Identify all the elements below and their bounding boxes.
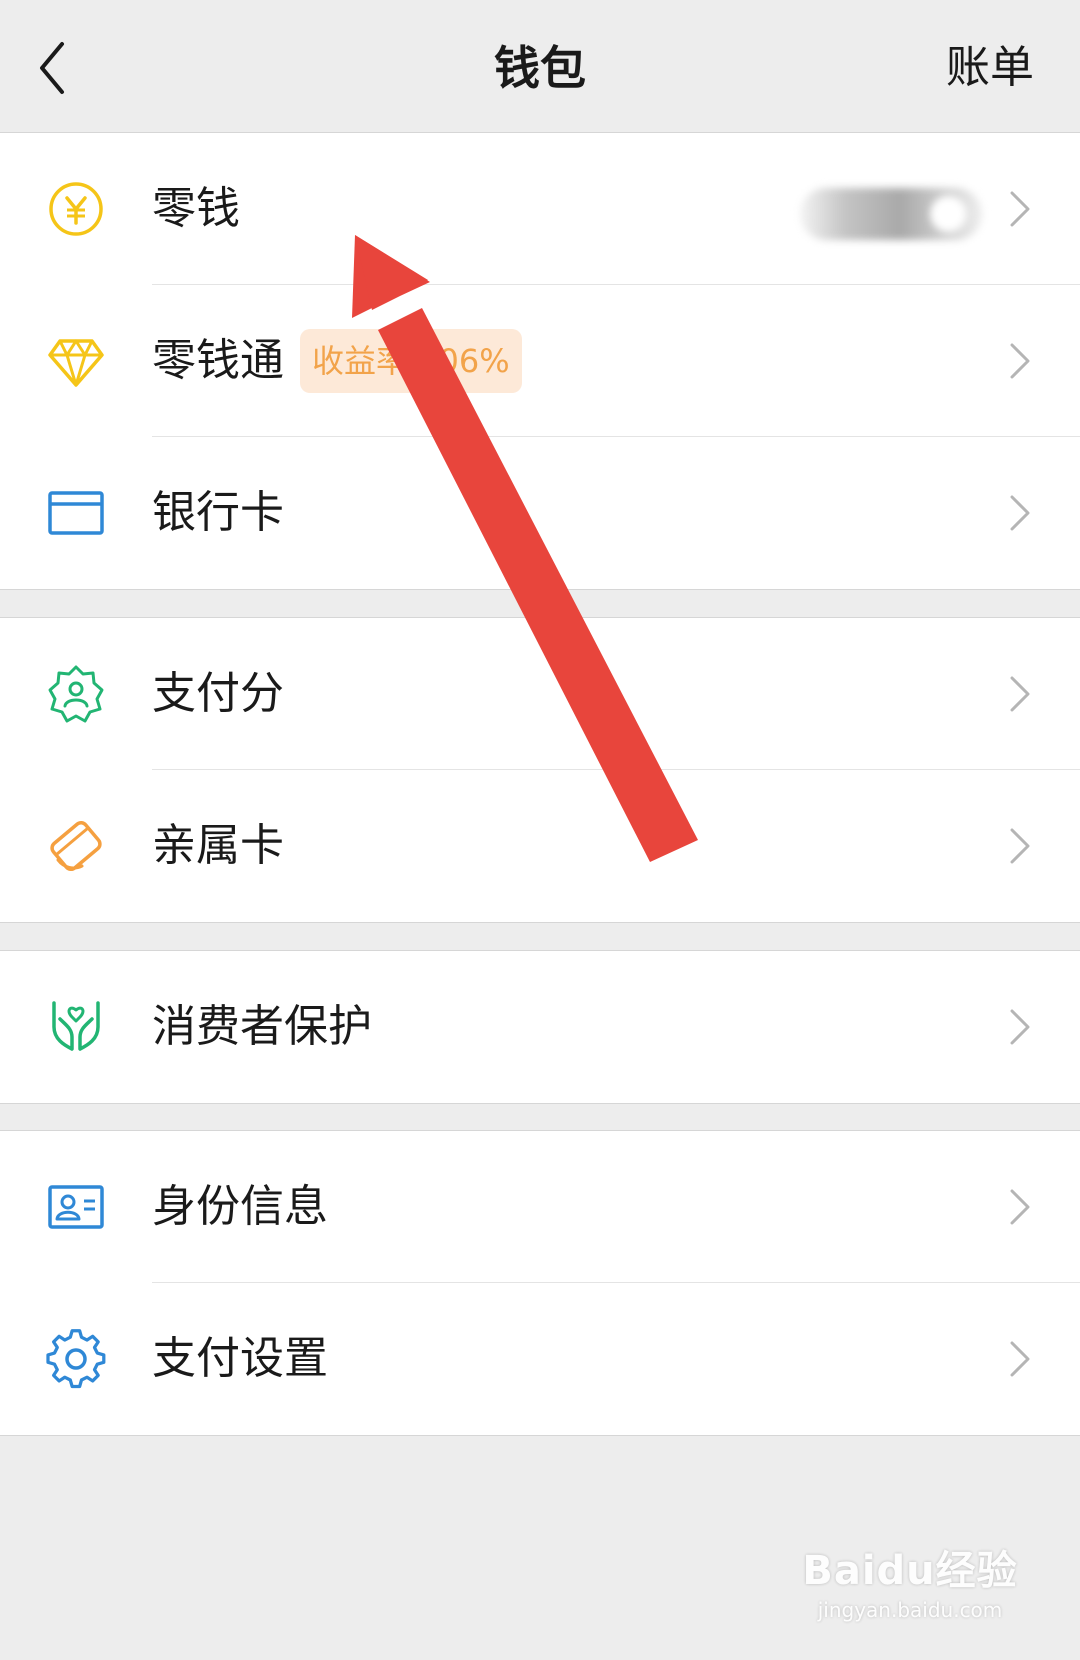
- watermark-url: jingyan.baidu.com: [817, 1598, 1003, 1622]
- bill-button[interactable]: 账单: [946, 38, 1034, 98]
- yuan-coin-icon: [49, 182, 103, 236]
- id-card-icon: [48, 1185, 104, 1229]
- menu-item-label: 零钱通: [152, 335, 284, 386]
- blurred-balance: [800, 188, 982, 240]
- chevron-right-icon: [1010, 1189, 1030, 1225]
- chevron-right-icon: [1010, 495, 1030, 531]
- menu-item-label: 支付设置: [152, 1333, 328, 1384]
- page-title: 钱包: [494, 41, 586, 95]
- navigation-bar: 钱包 账单: [0, 0, 1080, 133]
- menu-item-label: 消费者保护: [152, 1001, 372, 1052]
- bank-card-icon: [48, 491, 104, 535]
- hands-protect-icon: [52, 1001, 100, 1051]
- chevron-right-icon: [1010, 1341, 1030, 1377]
- gear-icon: [46, 1329, 106, 1389]
- chevron-left-icon: [40, 42, 64, 94]
- menu-item-consumer-protection[interactable]: 消费者保护: [0, 951, 1080, 1103]
- menu-item-label: 身份信息: [152, 1181, 328, 1232]
- menu-item-bank-card[interactable]: 银行卡: [0, 437, 1080, 589]
- menu-item-family-card[interactable]: 亲属卡: [0, 770, 1080, 922]
- wallet-group-protection: 消费者保护: [0, 950, 1080, 1104]
- payment-score-badge-icon: [48, 665, 104, 723]
- diamond-icon: [48, 339, 104, 387]
- wallet-group-credit: 支付分 亲属卡: [0, 617, 1080, 923]
- menu-item-payment-score[interactable]: 支付分: [0, 618, 1080, 770]
- menu-item-label: 支付分: [152, 668, 284, 719]
- chevron-right-icon: [1010, 1009, 1030, 1045]
- menu-item-label: 零钱: [152, 183, 240, 234]
- watermark-brand: Baidu经验: [802, 1548, 1018, 1594]
- baidu-watermark: Baidu经验 jingyan.baidu.com: [800, 1538, 1020, 1622]
- back-button[interactable]: [30, 36, 90, 100]
- chevron-right-icon: [1010, 676, 1030, 712]
- chevron-right-icon: [1010, 191, 1030, 227]
- chevron-right-icon: [1010, 828, 1030, 864]
- family-card-icon: [50, 820, 102, 872]
- menu-item-change[interactable]: 零钱: [0, 133, 1080, 285]
- wallet-group-funds: 零钱 零钱通 收益率2.06% 银行卡: [0, 132, 1080, 590]
- yield-rate-badge: 收益率2.06%: [300, 329, 522, 393]
- menu-item-label: 亲属卡: [152, 820, 284, 871]
- menu-item-label: 银行卡: [152, 487, 284, 538]
- menu-item-payment-settings[interactable]: 支付设置: [0, 1283, 1080, 1435]
- menu-item-change-plus[interactable]: 零钱通 收益率2.06%: [0, 285, 1080, 437]
- menu-item-identity-info[interactable]: 身份信息: [0, 1131, 1080, 1283]
- wallet-group-settings: 身份信息 支付设置: [0, 1130, 1080, 1436]
- chevron-right-icon: [1010, 343, 1030, 379]
